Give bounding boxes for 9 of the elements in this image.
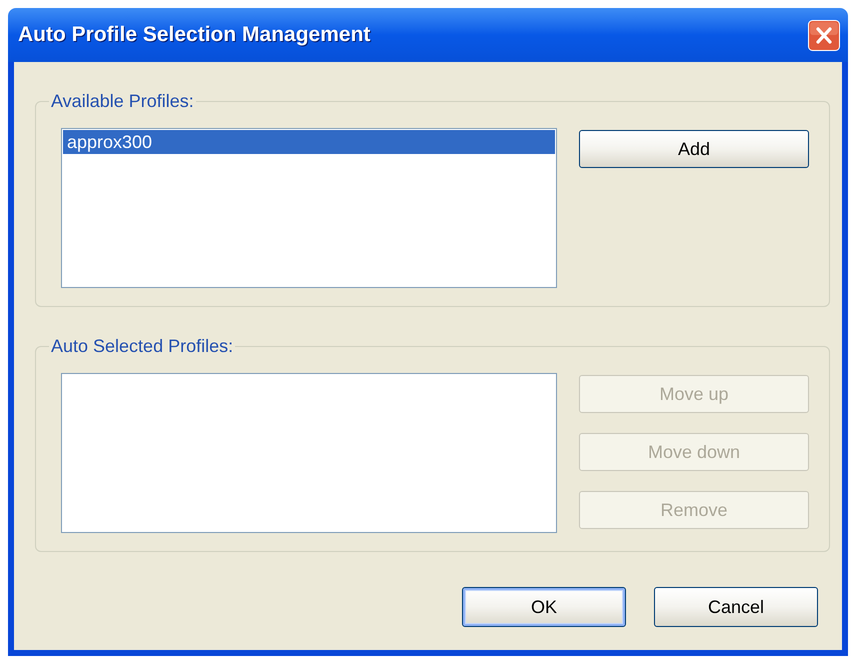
- profile-list[interactable]: approx300: [61, 128, 557, 288]
- group-label: Available Profiles:: [50, 91, 195, 111]
- button[interactable]: Cancel: [654, 587, 818, 627]
- group-label: Auto Selected Profiles:: [50, 336, 234, 356]
- window-title: Auto Profile Selection Management: [18, 22, 370, 48]
- close-icon[interactable]: [808, 20, 840, 50]
- button[interactable]: Add: [579, 130, 809, 168]
- button[interactable]: OK: [462, 587, 626, 627]
- list-item[interactable]: approx300: [63, 130, 555, 154]
